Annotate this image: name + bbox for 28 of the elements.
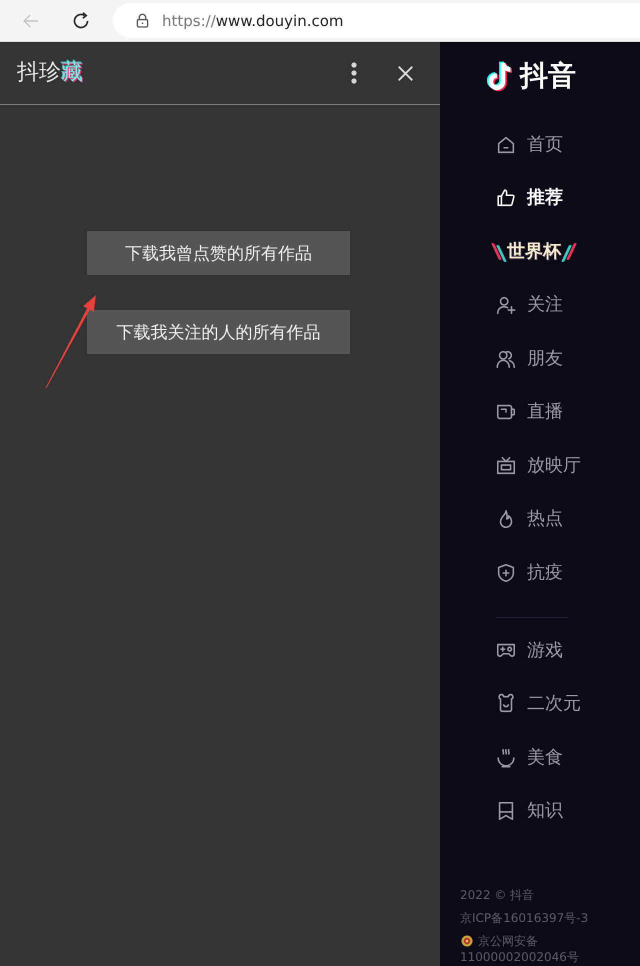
download-button[interactable]: 下载我关注的人的所有作品 (87, 310, 350, 354)
address-field[interactable]: https://www.douyin.com (113, 3, 640, 38)
nav-item[interactable]: 放映厅 (495, 454, 581, 478)
url-text: https://www.douyin.com (162, 12, 344, 30)
lock-icon[interactable] (136, 13, 149, 28)
close-icon[interactable] (397, 64, 414, 82)
nav-item[interactable]: 首页 (495, 132, 563, 157)
nav-item[interactable]: 二次元 (495, 692, 581, 716)
shield-plus-icon (495, 562, 517, 584)
download-button[interactable]: 下载我曾点赞的所有作品 (87, 231, 350, 275)
nav-item[interactable]: 直播 (495, 400, 563, 424)
nav-item[interactable]: 推荐 (495, 186, 563, 210)
nav-item[interactable]: 热点 (495, 507, 563, 532)
nav-item[interactable]: 知识 (495, 799, 563, 824)
more-icon[interactable] (351, 62, 357, 84)
copyright-text: 2022 © 抖音 (460, 887, 536, 903)
tv-icon (495, 454, 517, 477)
logo-text[interactable]: 抖音 (520, 58, 576, 94)
nav-item[interactable]: 美食 (495, 746, 563, 770)
nav-item[interactable]: 抗疫 (495, 560, 563, 585)
nav-item[interactable]: 朋友 (495, 346, 563, 371)
reload-icon[interactable] (71, 10, 91, 30)
person-plus-icon (495, 294, 517, 316)
nav-item[interactable]: 游戏 (495, 638, 563, 663)
nav-item[interactable]: 关注 (495, 293, 563, 318)
steaming-bowl-icon (495, 746, 517, 769)
police-badge-icon (461, 935, 473, 947)
panel-title: 抖珍藏 (17, 59, 83, 87)
